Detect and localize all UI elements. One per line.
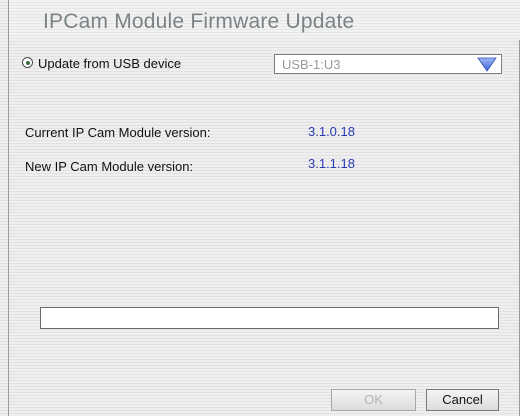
- dialog-body: [8, 40, 520, 416]
- current-version-label: Current IP Cam Module version:: [25, 125, 211, 140]
- dropdown-arrow-icon[interactable]: [477, 57, 497, 72]
- ok-button[interactable]: OK: [331, 389, 416, 411]
- title-bar: IPCam Module Firmware Update: [8, 0, 520, 40]
- usb-device-value: USB-1:U3: [282, 57, 341, 72]
- update-progress-bar: [40, 307, 499, 329]
- radio-button-usb[interactable]: [22, 57, 33, 68]
- radio-selected-dot: [25, 60, 30, 65]
- window-title: IPCam Module Firmware Update: [43, 10, 355, 33]
- current-version-value: 3.1.0.18: [308, 124, 355, 139]
- usb-device-dropdown[interactable]: USB-1:U3: [274, 54, 502, 74]
- new-version-label: New IP Cam Module version:: [25, 159, 194, 174]
- radio-label-usb[interactable]: Update from USB device: [38, 56, 181, 71]
- cancel-button[interactable]: Cancel: [426, 389, 499, 411]
- new-version-value: 3.1.1.18: [308, 156, 355, 171]
